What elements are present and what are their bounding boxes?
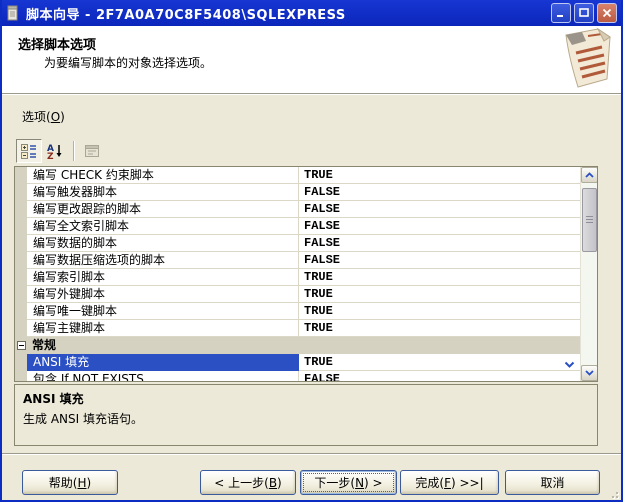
window-title: 脚本向导 - 2F7A0A70C8F5408\SQLEXPRESS <box>26 4 548 23</box>
next-button[interactable]: 下一步(N) > <box>300 470 397 495</box>
option-value[interactable]: FALSE <box>299 201 580 218</box>
options-label: 选项(O) <box>22 108 65 125</box>
finish-button[interactable]: 完成(F) >>| <box>400 470 499 495</box>
description-text: 生成 ANSI 填充语句。 <box>23 410 589 427</box>
option-name[interactable]: 编写索引脚本 <box>27 269 299 286</box>
property-pages-icon <box>84 143 100 159</box>
option-value[interactable]: TRUE <box>299 320 580 337</box>
options-property-grid: 编写 CHECK 约束脚本 TRUE 编写触发器脚本 FALSE 编写更改跟踪的… <box>14 166 598 382</box>
scroll-watermark-image <box>552 27 618 95</box>
option-name[interactable]: 编写触发器脚本 <box>27 184 299 201</box>
option-value[interactable]: TRUE <box>299 354 580 371</box>
grid-row[interactable]: 编写触发器脚本 FALSE <box>15 184 580 201</box>
option-value[interactable]: TRUE <box>299 286 580 303</box>
svg-text:Z: Z <box>47 152 54 159</box>
option-name[interactable]: ANSI 填充 <box>27 354 299 371</box>
alphabetical-sort-button[interactable]: A Z <box>42 139 68 163</box>
script-wizard-window: 脚本向导 - 2F7A0A70C8F5408\SQLEXPRESS 选择脚本选项… <box>0 0 623 502</box>
grid-row[interactable]: 编写更改跟踪的脚本 FALSE <box>15 201 580 218</box>
description-panel: ANSI 填充 生成 ANSI 填充语句。 <box>14 384 598 446</box>
option-value[interactable]: TRUE <box>299 167 580 184</box>
scroll-down-button[interactable] <box>581 365 598 381</box>
categorized-button[interactable] <box>16 139 42 163</box>
description-title: ANSI 填充 <box>23 390 589 407</box>
help-button[interactable]: 帮助(H) <box>22 470 118 495</box>
grid-row[interactable]: 编写数据压缩选项的脚本 FALSE <box>15 252 580 269</box>
resize-grip[interactable] <box>608 488 618 498</box>
option-name[interactable]: 编写数据的脚本 <box>27 235 299 252</box>
grid-row-selected[interactable]: ANSI 填充 TRUE <box>15 354 580 371</box>
option-value[interactable]: FALSE <box>299 235 580 252</box>
grid-row[interactable]: 包含 If NOT EXISTS FALSE <box>15 371 580 381</box>
option-value[interactable]: FALSE <box>299 252 580 269</box>
collapse-minus-icon[interactable] <box>17 341 26 350</box>
option-name[interactable]: 编写全文索引脚本 <box>27 218 299 235</box>
option-name[interactable]: 编写数据压缩选项的脚本 <box>27 252 299 269</box>
categorized-icon <box>21 143 37 159</box>
grid-rows: 编写 CHECK 约束脚本 TRUE 编写触发器脚本 FALSE 编写更改跟踪的… <box>15 167 580 381</box>
grid-row[interactable]: 编写唯一键脚本 TRUE <box>15 303 580 320</box>
option-value[interactable]: TRUE <box>299 269 580 286</box>
back-button[interactable]: < 上一步(B) <box>200 470 296 495</box>
option-value[interactable]: FALSE <box>299 371 580 381</box>
bottom-separator <box>2 453 621 454</box>
grid-row[interactable]: 编写全文索引脚本 FALSE <box>15 218 580 235</box>
vertical-scrollbar[interactable] <box>580 167 597 381</box>
grid-row[interactable]: 编写 CHECK 约束脚本 TRUE <box>15 167 580 184</box>
chevron-up-icon <box>585 172 594 178</box>
scrollbar-thumb[interactable] <box>582 188 597 252</box>
option-name[interactable]: 编写唯一键脚本 <box>27 303 299 320</box>
grid-row[interactable]: 编写数据的脚本 FALSE <box>15 235 580 252</box>
option-name[interactable]: 包含 If NOT EXISTS <box>27 371 299 381</box>
grid-row[interactable]: 编写主键脚本 TRUE <box>15 320 580 337</box>
maximize-button[interactable] <box>574 3 594 23</box>
close-icon <box>601 7 613 19</box>
option-value[interactable]: TRUE <box>299 303 580 320</box>
toolbar-separator <box>73 141 74 161</box>
property-pages-button[interactable] <box>79 139 105 163</box>
close-button[interactable] <box>597 3 617 23</box>
option-value[interactable]: FALSE <box>299 218 580 235</box>
cancel-button[interactable]: 取消 <box>505 470 600 495</box>
chevron-down-icon <box>585 370 594 376</box>
alphabetical-sort-icon: A Z <box>47 143 63 159</box>
option-name[interactable]: 编写外键脚本 <box>27 286 299 303</box>
page-title: 选择脚本选项 <box>18 34 96 53</box>
option-name[interactable]: 编写主键脚本 <box>27 320 299 337</box>
option-value[interactable]: FALSE <box>299 184 580 201</box>
minimize-button[interactable] <box>551 3 571 23</box>
minimize-icon <box>555 7 567 19</box>
wizard-header: 选择脚本选项 为要编写脚本的对象选择选项。 <box>2 26 621 94</box>
titlebar[interactable]: 脚本向导 - 2F7A0A70C8F5408\SQLEXPRESS <box>2 0 621 26</box>
grid-row[interactable]: 编写索引脚本 TRUE <box>15 269 580 286</box>
dropdown-arrow-icon[interactable] <box>564 358 575 371</box>
app-icon <box>6 5 21 22</box>
scroll-up-button[interactable] <box>581 167 598 183</box>
page-subtitle: 为要编写脚本的对象选择选项。 <box>44 54 212 71</box>
option-name[interactable]: 编写更改跟踪的脚本 <box>27 201 299 218</box>
maximize-icon <box>578 7 590 19</box>
category-name[interactable]: 常规 <box>29 337 56 354</box>
grid-category-row[interactable]: 常规 <box>15 337 580 354</box>
option-name[interactable]: 编写 CHECK 约束脚本 <box>27 167 299 184</box>
grid-toolbar: A Z <box>16 138 105 164</box>
grid-row[interactable]: 编写外键脚本 TRUE <box>15 286 580 303</box>
